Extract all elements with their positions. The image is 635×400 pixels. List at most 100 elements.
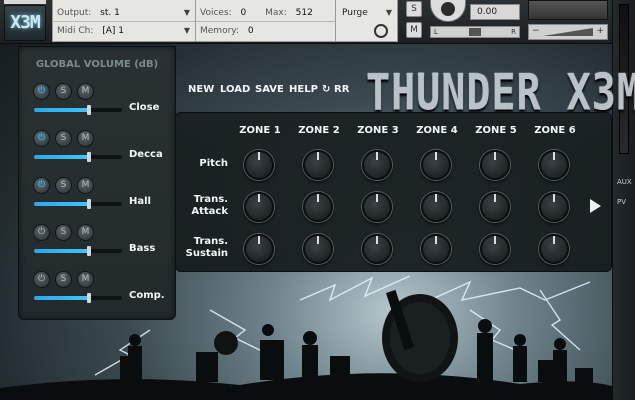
channel-solo-button[interactable]: S bbox=[55, 224, 72, 241]
channel-volume-slider[interactable] bbox=[34, 152, 122, 162]
channel-strip-hall: ⏻ S M Hall bbox=[33, 177, 173, 225]
channel-power-button[interactable]: ⏻ bbox=[33, 177, 50, 194]
zone-6-knob[interactable] bbox=[539, 234, 569, 264]
channel-volume-fill bbox=[34, 249, 89, 253]
channel-volume-slider[interactable] bbox=[34, 246, 122, 256]
channel-strip-bass: ⏻ S M Bass bbox=[33, 224, 173, 272]
zone-row-label: Trans. Sustain bbox=[176, 236, 228, 260]
zone-header-2: ZONE 2 bbox=[298, 125, 340, 136]
channel-volume-slider[interactable] bbox=[34, 105, 122, 115]
aux-button[interactable]: AUX bbox=[617, 178, 632, 186]
channel-mute-button[interactable]: M bbox=[77, 177, 94, 194]
channel-solo-button[interactable]: S bbox=[55, 130, 72, 147]
round-robin-icon[interactable]: ↻ bbox=[322, 84, 330, 95]
zone-5-knob[interactable] bbox=[480, 192, 510, 222]
channel-volume-slider[interactable] bbox=[34, 293, 122, 303]
zones-panel: ZONE 1 ZONE 2 ZONE 3 ZONE 4 ZONE 5 ZONE 6 Pitc… bbox=[175, 112, 612, 272]
output-label: Output: bbox=[57, 8, 92, 18]
volume-minus-label: − bbox=[532, 26, 540, 36]
zone-2-knob[interactable] bbox=[303, 150, 333, 180]
channel-mute-button[interactable]: M bbox=[77, 271, 94, 288]
round-robin-button[interactable]: RR bbox=[334, 84, 349, 95]
channel-mute-button[interactable]: M bbox=[77, 83, 94, 100]
channel-power-button[interactable]: ⏻ bbox=[33, 83, 50, 100]
channel-solo-button[interactable]: S bbox=[55, 177, 72, 194]
zone-6-knob[interactable] bbox=[539, 192, 569, 222]
memory-label: Memory: bbox=[200, 26, 239, 36]
channel-power-button[interactable]: ⏻ bbox=[33, 271, 50, 288]
zone-3-knob[interactable] bbox=[362, 192, 392, 222]
zone-1-knob[interactable] bbox=[244, 150, 274, 180]
channel-volume-slider[interactable] bbox=[34, 199, 122, 209]
channel-volume-thumb[interactable] bbox=[86, 293, 91, 303]
save-button[interactable]: SAVE bbox=[255, 84, 284, 95]
channel-strip-close: ⏻ S M Close bbox=[33, 83, 173, 131]
zone-4-knob[interactable] bbox=[421, 150, 451, 180]
zone-row-label: Trans. Attack bbox=[176, 194, 228, 218]
channel-solo-button[interactable]: S bbox=[55, 83, 72, 100]
zone-3-knob[interactable] bbox=[362, 150, 392, 180]
pan-slider[interactable]: L R bbox=[430, 26, 520, 38]
purge-panel: Purge ▼ bbox=[336, 0, 398, 42]
zone-row-label-line1: Trans. bbox=[193, 236, 228, 247]
channel-label: Hall bbox=[129, 196, 151, 207]
tune-value: 0.00 bbox=[470, 4, 520, 20]
instrument-mute-button[interactable]: M bbox=[406, 22, 422, 38]
purge-knob[interactable] bbox=[374, 24, 388, 38]
zone-row-label-line1: Trans. bbox=[193, 194, 228, 205]
midi-row[interactable]: Midi Ch: [A] 1 bbox=[57, 26, 124, 36]
help-button[interactable]: HELP bbox=[289, 84, 318, 95]
memory-value: 0 bbox=[247, 26, 254, 36]
purge-dropdown-icon[interactable]: ▼ bbox=[386, 8, 392, 17]
channel-volume-thumb[interactable] bbox=[86, 246, 91, 256]
load-button[interactable]: LOAD bbox=[220, 84, 250, 95]
channel-volume-thumb[interactable] bbox=[86, 105, 91, 115]
zone-4-knob[interactable] bbox=[421, 234, 451, 264]
purge-menu[interactable]: Purge bbox=[342, 8, 368, 18]
new-button[interactable]: NEW bbox=[188, 84, 214, 95]
instrument-header: X3M Output: st. 1 ▼ Midi Ch: [A] 1 ▼ Voi… bbox=[0, 0, 635, 44]
zone-row-label: Pitch bbox=[176, 158, 228, 170]
output-midi-panel: Output: st. 1 ▼ Midi Ch: [A] 1 ▼ bbox=[52, 0, 196, 42]
channel-volume-thumb[interactable] bbox=[86, 152, 91, 162]
zone-3-knob[interactable] bbox=[362, 234, 392, 264]
zone-header-3: ZONE 3 bbox=[357, 125, 399, 136]
pan-thumb[interactable] bbox=[469, 28, 481, 36]
tune-knob[interactable] bbox=[430, 0, 466, 22]
zone-4-knob[interactable] bbox=[421, 192, 451, 222]
zone-2-knob[interactable] bbox=[303, 234, 333, 264]
output-row[interactable]: Output: st. 1 bbox=[57, 8, 120, 18]
channel-mute-button[interactable]: M bbox=[77, 130, 94, 147]
zone-2-knob[interactable] bbox=[303, 192, 333, 222]
next-page-arrow-icon[interactable] bbox=[590, 199, 601, 213]
channel-strip-decca: ⏻ S M Decca bbox=[33, 130, 173, 178]
power-icon: ⏻ bbox=[37, 86, 46, 96]
channel-volume-thumb[interactable] bbox=[86, 199, 91, 209]
pan-left-label: L bbox=[434, 28, 438, 36]
memory-row: Memory: 0 bbox=[200, 26, 254, 36]
zone-1-knob[interactable] bbox=[244, 192, 274, 222]
pv-button[interactable]: PV bbox=[617, 198, 626, 206]
output-dropdown-icon[interactable]: ▼ bbox=[184, 8, 190, 17]
channel-label: Close bbox=[129, 102, 160, 113]
zone-1-knob[interactable] bbox=[244, 234, 274, 264]
instrument-volume-slider[interactable]: − + bbox=[528, 24, 608, 40]
zone-5-knob[interactable] bbox=[480, 150, 510, 180]
instrument-solo-button[interactable]: S bbox=[406, 1, 422, 17]
instrument-logo[interactable]: X3M bbox=[4, 5, 46, 41]
channel-volume-fill bbox=[34, 155, 89, 159]
channel-label: Comp. bbox=[129, 290, 165, 301]
channel-power-button[interactable]: ⏻ bbox=[33, 224, 50, 241]
zone-row-label-line2: Attack bbox=[191, 206, 228, 217]
logo-strip bbox=[4, 0, 46, 4]
channel-label: Decca bbox=[129, 149, 163, 160]
channel-power-button[interactable]: ⏻ bbox=[33, 130, 50, 147]
zone-5-knob[interactable] bbox=[480, 234, 510, 264]
zone-row-label-line2: Sustain bbox=[185, 248, 228, 259]
channel-solo-button[interactable]: S bbox=[55, 271, 72, 288]
channel-label: Bass bbox=[129, 243, 156, 254]
midi-dropdown-icon[interactable]: ▼ bbox=[184, 26, 190, 35]
channel-mute-button[interactable]: M bbox=[77, 224, 94, 241]
max-voices-value[interactable]: 512 bbox=[296, 8, 313, 18]
zone-6-knob[interactable] bbox=[539, 150, 569, 180]
